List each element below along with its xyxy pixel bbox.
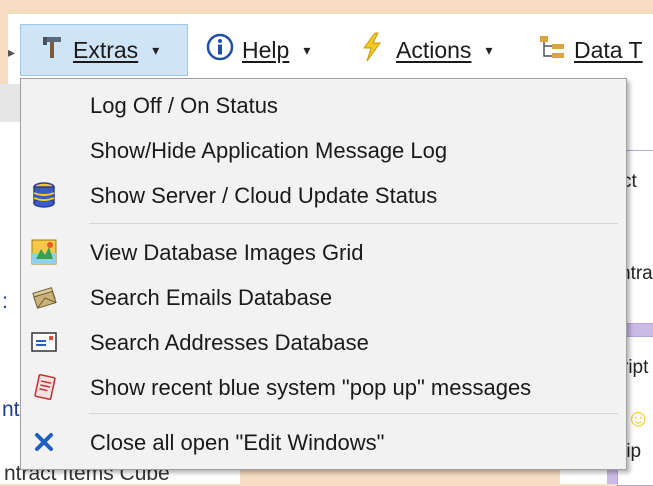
help-menu-button[interactable]: Help ▾	[206, 24, 310, 76]
data-tree-label: Data T	[574, 36, 643, 63]
close-x-icon	[31, 429, 57, 455]
toolbar-overflow-caret[interactable]: ▸	[8, 44, 15, 61]
menu-item-show-hide-message-log[interactable]: Show/Hide Application Message Log	[21, 129, 626, 171]
menu-item-view-images-grid[interactable]: View Database Images Grid	[21, 231, 626, 273]
image-grid-icon	[31, 239, 57, 265]
menu-item-label: Log Off / On Status	[90, 93, 278, 118]
menu-item-log-off-on-status[interactable]: Log Off / On Status	[21, 84, 626, 126]
emails-icon	[31, 284, 57, 310]
tree-icon	[538, 33, 566, 67]
database-stack-icon	[31, 182, 57, 208]
extras-dropdown-menu: Log Off / On Status Show/Hide Applicatio…	[20, 78, 627, 470]
chevron-down-icon: ▾	[152, 41, 160, 58]
menu-item-search-addresses[interactable]: Search Addresses Database	[21, 321, 626, 363]
info-icon	[206, 33, 234, 67]
smiley-icon: ☺	[626, 405, 651, 432]
menu-item-close-edit-windows[interactable]: Close all open "Edit Windows"	[21, 421, 626, 463]
menu-item-recent-popup-messages[interactable]: Show recent blue system "pop up" message…	[21, 366, 626, 408]
menu-item-search-emails[interactable]: Search Emails Database	[21, 276, 626, 318]
actions-label: Actions	[396, 36, 472, 63]
chevron-down-icon: ▾	[303, 41, 311, 58]
tools-icon	[39, 34, 65, 66]
extras-menu-button[interactable]: Extras ▾	[20, 24, 188, 76]
left-background-strip	[0, 84, 22, 122]
left-fragment-text: nt	[2, 398, 20, 421]
data-tree-menu-button[interactable]: Data T	[538, 24, 643, 76]
menu-item-label: Search Addresses Database	[90, 330, 369, 355]
main-toolbar: ▸ Extras ▾ Help ▾ Actions ▾ Data T	[8, 14, 653, 84]
menu-separator	[89, 413, 618, 414]
address-card-icon	[31, 329, 57, 355]
menu-item-label: Close all open "Edit Windows"	[90, 430, 385, 455]
left-background-panel	[0, 84, 22, 484]
extras-label: Extras	[73, 36, 139, 63]
menu-item-label: Show recent blue system "pop up" message…	[90, 375, 532, 400]
chevron-down-icon: ▾	[485, 41, 493, 58]
menu-separator	[89, 223, 618, 224]
menu-item-server-cloud-status[interactable]: Show Server / Cloud Update Status	[21, 174, 626, 216]
notes-icon	[31, 374, 57, 400]
menu-item-label: View Database Images Grid	[90, 240, 364, 265]
help-label: Help	[242, 36, 290, 63]
menu-item-label: Show/Hide Application Message Log	[90, 138, 448, 163]
menu-item-label: Search Emails Database	[90, 285, 333, 310]
lightning-icon	[360, 32, 384, 68]
menu-item-label: Show Server / Cloud Update Status	[90, 183, 438, 208]
left-fragment-text: :	[2, 290, 8, 313]
actions-menu-button[interactable]: Actions ▾	[360, 24, 492, 76]
